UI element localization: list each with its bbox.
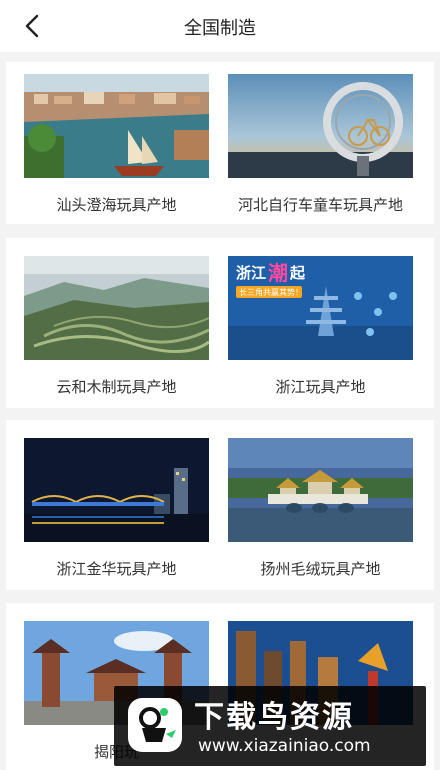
origin-item-zhejiang[interactable]: 浙江 潮 起 长三角共赢其势！ 浙江玩具产地 (228, 256, 413, 397)
origin-label: 浙江玩具产地 (275, 378, 366, 396)
poster-text: 浙江 (236, 264, 266, 282)
category-card: 汕头澄海玩具产地 河北自行车童车玩具产地 (6, 62, 434, 224)
origin-label: 浙江金华玩具产地 (56, 560, 177, 578)
poster-text: 潮 (268, 261, 288, 285)
origin-image (228, 74, 413, 178)
origin-item-jinhua[interactable]: 浙江金华玩具产地 (24, 438, 209, 579)
category-card: 浙江金华玩具产地 扬州毛绒玩具产地 (6, 420, 434, 590)
watermark-title: 下载鸟资源 (194, 700, 354, 735)
watermark-banner: 下载鸟资源 www.xiazainiao.com (114, 686, 426, 766)
watermark-url: www.xiazainiao.com (198, 736, 371, 756)
origin-item-yunhe[interactable]: 云和木制玩具产地 (24, 256, 209, 397)
origin-image (24, 256, 209, 360)
poster-text: 长三角共赢其势！ (239, 287, 303, 297)
origin-label: 汕头澄海玩具产地 (56, 196, 177, 214)
origin-label: 扬州毛绒玩具产地 (260, 560, 381, 578)
nav-bar: 全国制造 (0, 0, 440, 52)
origin-image: 浙江 潮 起 长三角共赢其势！ (228, 256, 413, 360)
origin-label: 云和木制玩具产地 (56, 378, 177, 396)
origin-label: 河北自行车童车玩具产地 (237, 196, 403, 214)
origin-image (24, 438, 209, 542)
origin-item-yangzhou[interactable]: 扬州毛绒玩具产地 (228, 438, 413, 579)
origin-image (24, 74, 209, 178)
origin-item-hebei[interactable]: 河北自行车童车玩具产地 (228, 74, 413, 215)
poster-text: 起 (289, 264, 306, 282)
origin-item-shantou[interactable]: 汕头澄海玩具产地 (24, 74, 209, 215)
origin-image (228, 438, 413, 542)
page-title: 全国制造 (184, 18, 256, 39)
category-card: 云和木制玩具产地 浙江 潮 起 长三角共赢其势！ 浙江玩具产地 (6, 238, 434, 408)
bird-logo-icon (128, 698, 182, 752)
